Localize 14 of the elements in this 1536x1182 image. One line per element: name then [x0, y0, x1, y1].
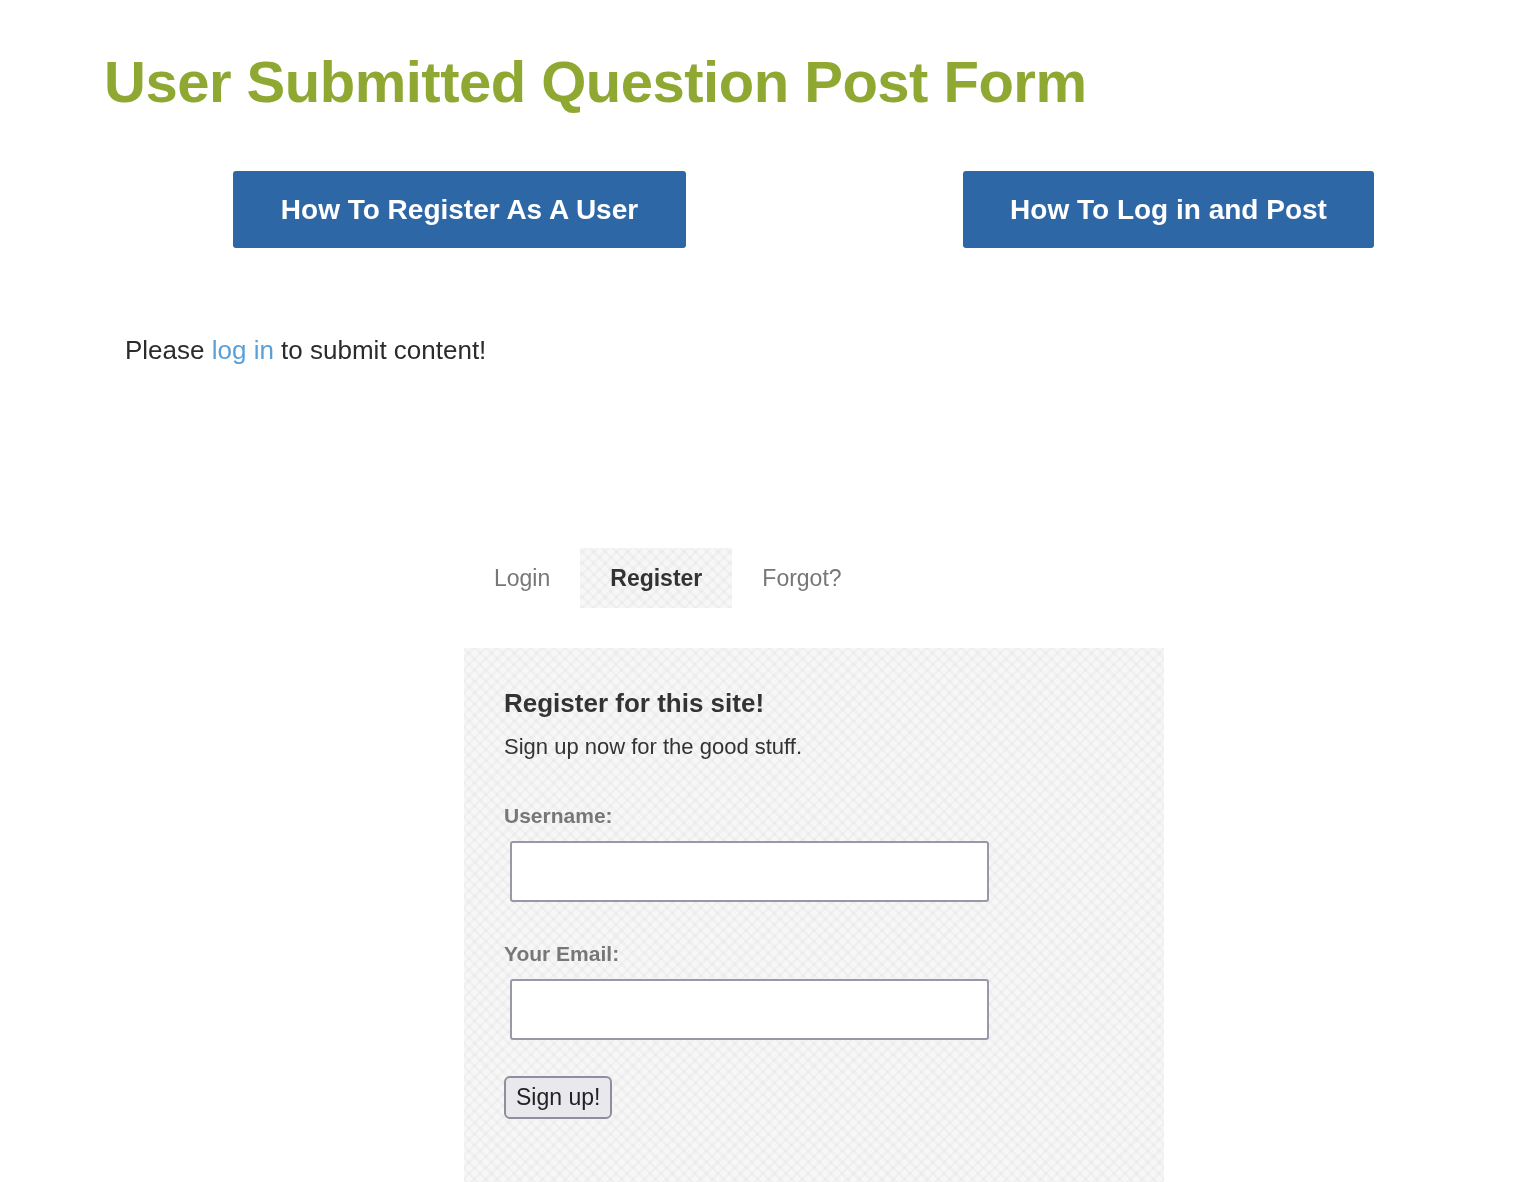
- input-field[interactable]: [510, 841, 989, 902]
- login-notice: Please log in to submit content!: [125, 334, 488, 366]
- tab[interactable]: Register: [580, 548, 733, 608]
- guide-button[interactable]: How To Log in and Post: [963, 171, 1374, 248]
- guide-button[interactable]: How To Register As A User: [233, 171, 686, 248]
- field-label: Username:: [504, 804, 613, 828]
- tab[interactable]: Forgot?: [732, 548, 872, 608]
- tab[interactable]: Login: [464, 548, 581, 608]
- form-subtitle: Sign up now for the good stuff.: [504, 734, 803, 760]
- field-label: Your Email:: [504, 942, 620, 966]
- page-title: User Submitted Question Post Form: [104, 48, 1088, 116]
- input-field[interactable]: [510, 979, 989, 1040]
- sign-up-button[interactable]: Sign up!: [504, 1076, 613, 1119]
- form-heading: Register for this site!: [504, 687, 765, 720]
